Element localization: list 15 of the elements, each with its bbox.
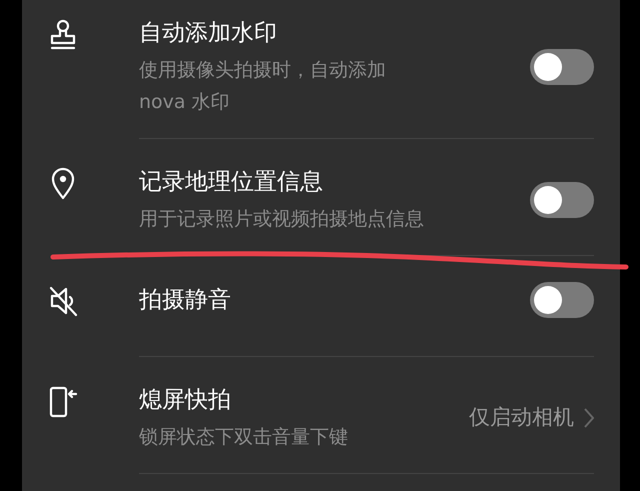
setting-description: 用于记录照片或视频拍摄地点信息 xyxy=(139,207,424,232)
phone-arrow-icon xyxy=(48,385,78,419)
setting-title: 拍摄静音 xyxy=(139,286,231,315)
stamp-icon xyxy=(48,18,78,52)
setting-value[interactable]: 仅启动相机 xyxy=(469,402,574,434)
setting-description: 使用摄像头拍摄时，自动添加nova 水印 xyxy=(139,58,387,115)
toggle-switch[interactable] xyxy=(530,182,594,218)
mute-icon xyxy=(48,284,78,318)
setting-title: 熄屏快拍 xyxy=(139,386,231,415)
setting-title: 自动添加水印 xyxy=(139,19,277,48)
setting-title: 记录地理位置信息 xyxy=(139,168,323,197)
setting-description: 锁屏状态下双击音量下键 xyxy=(139,425,348,450)
toggle-switch[interactable] xyxy=(530,282,594,318)
toggle-switch[interactable] xyxy=(530,49,594,85)
chevron-right-icon xyxy=(584,408,594,428)
